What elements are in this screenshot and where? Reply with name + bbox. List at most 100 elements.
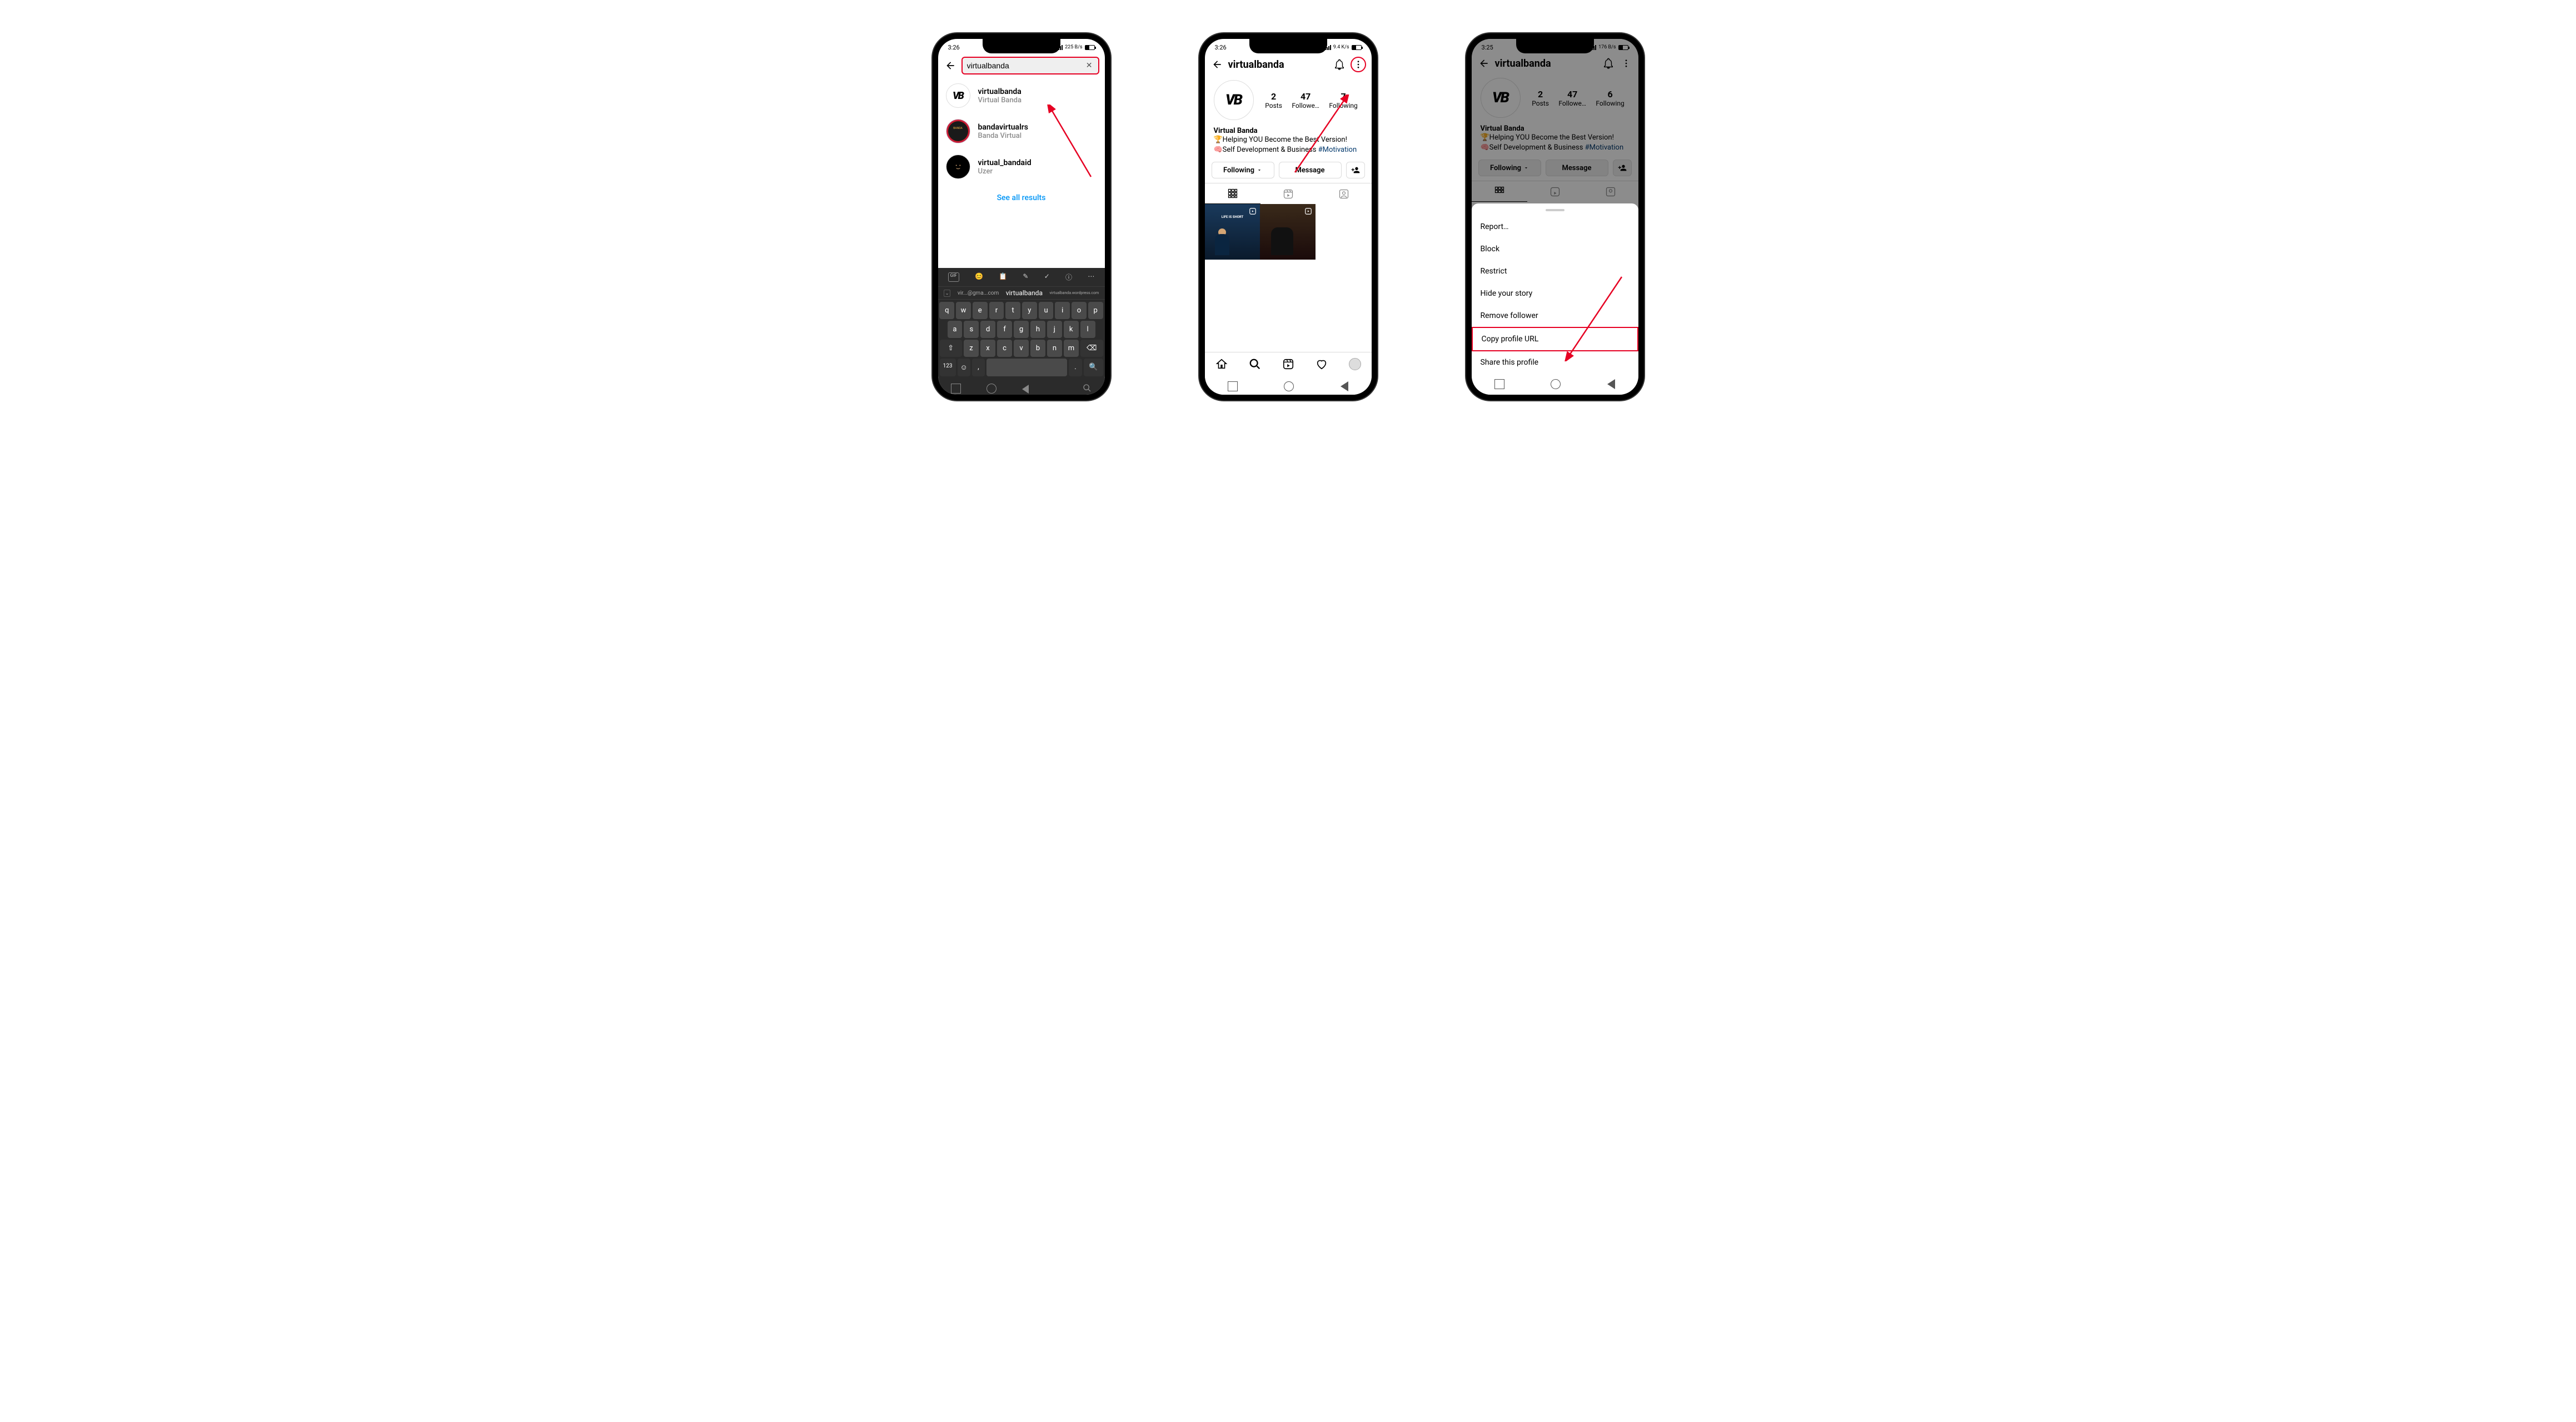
keyboard[interactable]: GIF 😊 📋 ✎ ✓ ⓘ ⋯ ⌄ vir...@gma...com virtu… <box>938 268 1105 395</box>
nav-reels-icon[interactable] <box>1282 358 1294 370</box>
search-box[interactable]: ✕ <box>961 57 1099 74</box>
avatar: VB <box>946 83 970 108</box>
kb-translate-icon[interactable]: ✎ <box>1023 272 1028 282</box>
key[interactable]: d <box>980 321 995 338</box>
kb-suggestion[interactable]: virtualbanda.wordpress.com <box>1049 291 1099 295</box>
key[interactable]: e <box>973 302 988 319</box>
see-all-results[interactable]: See all results <box>938 185 1105 211</box>
sheet-copy-url[interactable]: Copy profile URL <box>1472 327 1638 351</box>
kb-search-icon[interactable] <box>1083 384 1092 392</box>
key-search[interactable]: 🔍 <box>1084 359 1103 376</box>
sheet-block[interactable]: Block <box>1472 238 1638 260</box>
stat-following[interactable]: 7Following <box>1329 91 1357 110</box>
key[interactable]: b <box>1030 340 1045 357</box>
result-username: virtualbanda <box>978 87 1022 96</box>
search-result[interactable]: VB virtualbanda Virtual Banda <box>938 78 1105 113</box>
key[interactable]: p <box>1088 302 1103 319</box>
message-button[interactable]: Message <box>1279 162 1342 178</box>
search-result[interactable]: virtual_bandaid Uzer <box>938 149 1105 185</box>
following-button[interactable]: Following <box>1212 162 1274 178</box>
key[interactable]: m <box>1064 340 1079 357</box>
kb-info-icon[interactable]: ⓘ <box>1065 272 1072 282</box>
nav-profile-icon[interactable] <box>1349 358 1361 370</box>
post-thumbnail[interactable]: LIFE IS SHORT <box>1205 204 1260 260</box>
key-backspace[interactable]: ⌫ <box>1080 340 1103 357</box>
stat-posts[interactable]: 2Posts <box>1265 91 1282 110</box>
android-back-icon[interactable] <box>1607 379 1615 389</box>
kb-collapse-icon[interactable]: ⌄ <box>944 290 951 297</box>
search-result[interactable]: bandavirtualrs Banda Virtual <box>938 113 1105 149</box>
key[interactable]: o <box>1072 302 1087 319</box>
android-recent-icon[interactable] <box>1494 379 1504 389</box>
key[interactable]: n <box>1047 340 1062 357</box>
phone-notch <box>1249 39 1327 53</box>
key[interactable]: z <box>964 340 979 357</box>
tab-grid[interactable] <box>1205 183 1260 204</box>
nav-activity-icon[interactable] <box>1316 358 1328 370</box>
kb-check-icon[interactable]: ✓ <box>1044 272 1050 282</box>
tab-tagged[interactable] <box>1316 183 1372 204</box>
kb-gif-icon[interactable]: GIF <box>948 272 959 282</box>
android-back-icon[interactable] <box>1341 381 1348 391</box>
key[interactable]: a <box>948 321 963 338</box>
post-thumbnail[interactable] <box>1260 204 1316 260</box>
key[interactable]: l <box>1080 321 1095 338</box>
clear-icon[interactable]: ✕ <box>1085 61 1094 70</box>
kb-more-icon[interactable]: ⋯ <box>1088 272 1094 282</box>
android-recent-icon[interactable] <box>951 384 961 394</box>
android-home-icon[interactable] <box>1551 379 1561 389</box>
stat-followers[interactable]: 47Followe… <box>1292 91 1319 110</box>
key[interactable]: w <box>956 302 971 319</box>
search-input[interactable] <box>967 61 1085 70</box>
key[interactable]: s <box>964 321 979 338</box>
key-period[interactable]: . <box>1069 359 1082 376</box>
kb-sticker-icon[interactable]: 😊 <box>975 272 983 282</box>
android-home-icon[interactable] <box>1284 381 1294 391</box>
key[interactable]: g <box>1014 321 1029 338</box>
key[interactable]: u <box>1039 302 1054 319</box>
tab-reels[interactable] <box>1260 183 1316 204</box>
suggest-users-button[interactable] <box>1346 162 1365 178</box>
android-recent-icon[interactable] <box>1228 381 1238 391</box>
kb-suggestion[interactable]: virtualbanda <box>1006 289 1043 297</box>
android-home-icon[interactable] <box>986 384 996 394</box>
kb-suggestion[interactable]: vir...@gma...com <box>958 290 999 296</box>
back-icon[interactable] <box>1210 58 1224 71</box>
profile-avatar[interactable]: VB <box>1214 80 1254 120</box>
key[interactable]: c <box>997 340 1012 357</box>
sheet-restrict[interactable]: Restrict <box>1472 260 1638 282</box>
key-123[interactable]: 123 <box>940 359 956 376</box>
back-icon[interactable] <box>944 59 957 72</box>
key[interactable]: k <box>1064 321 1079 338</box>
android-back-icon[interactable] <box>1022 385 1029 394</box>
key[interactable]: q <box>939 302 954 319</box>
key[interactable]: i <box>1055 302 1070 319</box>
key[interactable]: t <box>1005 302 1020 319</box>
bottom-nav <box>1205 352 1372 376</box>
nav-home-icon[interactable] <box>1215 358 1228 370</box>
sheet-hide-story[interactable]: Hide your story <box>1472 282 1638 305</box>
sheet-report[interactable]: Report… <box>1472 216 1638 238</box>
sheet-share-profile[interactable]: Share this profile <box>1472 351 1638 374</box>
bio-line: 🧠Self Development & Business #Motivation <box>1214 145 1363 155</box>
key-comma[interactable]: , <box>972 359 985 376</box>
key[interactable]: r <box>989 302 1004 319</box>
key-emoji[interactable]: ☺ <box>958 359 970 376</box>
sheet-remove-follower[interactable]: Remove follower <box>1472 305 1638 327</box>
sheet-handle[interactable] <box>1546 209 1564 211</box>
result-username: bandavirtualrs <box>978 123 1028 132</box>
key[interactable]: f <box>997 321 1012 338</box>
more-options-icon[interactable] <box>1352 58 1365 71</box>
notification-icon[interactable] <box>1333 58 1346 71</box>
hashtag-link[interactable]: #Motivation <box>1318 146 1357 154</box>
kb-clipboard-icon[interactable]: 📋 <box>999 272 1007 282</box>
battery-icon <box>1352 45 1362 50</box>
nav-search-icon[interactable] <box>1249 358 1261 370</box>
key[interactable]: x <box>980 340 995 357</box>
key[interactable]: v <box>1014 340 1029 357</box>
key[interactable]: y <box>1022 302 1037 319</box>
key[interactable]: h <box>1030 321 1045 338</box>
key-space[interactable] <box>986 359 1067 376</box>
key[interactable]: j <box>1047 321 1062 338</box>
key-shift[interactable]: ⇧ <box>940 340 963 357</box>
